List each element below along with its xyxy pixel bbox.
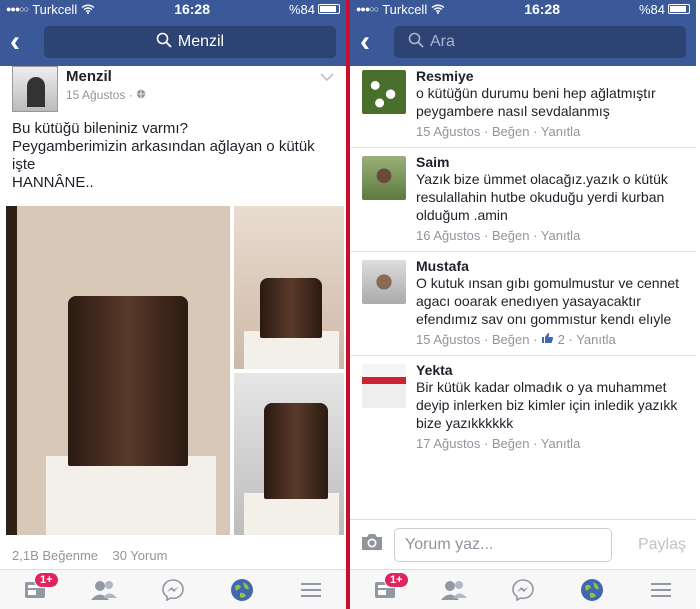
tab-news-feed[interactable]: 1+ — [365, 571, 409, 606]
comment-author[interactable]: Mustafa — [416, 258, 684, 274]
notification-badge: 1+ — [384, 571, 409, 588]
avatar[interactable] — [362, 70, 406, 114]
carrier-name: Turkcell — [382, 1, 428, 17]
post-date: 15 Ağustos · — [66, 88, 146, 102]
tab-notifications[interactable] — [222, 574, 262, 606]
comment-item: Yekta Bir kütük kadar olmadık o ya muham… — [350, 356, 696, 459]
avatar[interactable] — [12, 66, 58, 112]
friends-icon — [90, 580, 117, 600]
tab-messenger[interactable] — [153, 574, 193, 606]
left-screen: ●●●○○ Turkcell 16:28 %84 ‹ Menzil Menzil… — [0, 0, 346, 609]
back-icon[interactable]: ‹ — [10, 27, 32, 57]
back-icon[interactable]: ‹ — [360, 27, 382, 57]
search-bar[interactable]: Menzil — [44, 26, 336, 58]
globe-icon — [136, 88, 146, 102]
messenger-icon — [162, 578, 184, 601]
comment-meta[interactable]: 15 Ağustos · Beğen · Yanıtla — [416, 124, 684, 147]
like-count[interactable]: 2,1B Beğenme — [12, 548, 98, 563]
right-screen: ●●●○○ Turkcell 16:28 %84 ‹ Ara Resmiye o… — [350, 0, 696, 609]
tab-news-feed[interactable]: 1+ — [15, 571, 59, 606]
search-icon — [408, 32, 424, 53]
status-time: 16:28 — [524, 1, 560, 17]
tab-bar: 1+ — [0, 569, 346, 609]
post-author[interactable]: Menzil — [66, 68, 146, 85]
tab-bar: 1+ — [350, 569, 696, 609]
like-thumb-icon — [541, 332, 554, 347]
post-stats: 2,1B Beğenme 30 Yorum — [12, 548, 167, 563]
status-bar: ●●●○○ Turkcell 16:28 %84 — [0, 0, 346, 18]
globe-icon — [231, 578, 254, 601]
wifi-icon — [81, 2, 95, 17]
nav-bar: ‹ Ara — [350, 18, 696, 66]
tab-notifications[interactable] — [572, 574, 612, 606]
post-photos[interactable] — [6, 206, 344, 535]
avatar[interactable] — [362, 156, 406, 200]
tab-menu[interactable] — [291, 574, 331, 606]
menu-icon — [301, 582, 322, 597]
post-text: Bu kütüğü bileniniz varmı? Peygamberimiz… — [0, 112, 346, 200]
comment-meta[interactable]: 17 Ağustos · Beğen · Yanıtla — [416, 436, 684, 459]
comment-count[interactable]: 30 Yorum — [112, 548, 167, 563]
search-input[interactable]: Ara — [394, 26, 686, 58]
comment-item: Mustafa O kutuk ınsan gıbı gomulmustur v… — [350, 252, 696, 356]
post-header: Menzil 15 Ağustos · — [0, 66, 346, 112]
status-time: 16:28 — [174, 1, 210, 17]
comment-meta[interactable]: 15 Ağustos · Beğen · 2 · Yanıtla — [416, 332, 684, 355]
camera-icon[interactable] — [360, 532, 384, 557]
carrier-name: Turkcell — [32, 1, 78, 17]
post-text-line: HANNÂNE.. — [12, 174, 94, 191]
post-comment-button[interactable]: Paylaş — [638, 536, 686, 554]
photo-main[interactable] — [6, 206, 230, 535]
wifi-icon — [431, 2, 445, 17]
battery-percent: %84 — [638, 1, 665, 17]
search-icon — [156, 32, 172, 53]
tab-messenger[interactable] — [503, 574, 543, 606]
battery-percent: %84 — [288, 1, 315, 17]
comment-list: Resmiye o kütüğün durumu beni hep ağlatm… — [350, 62, 696, 459]
comment-text: o kütüğün durumu beni hep ağlatmıştır pe… — [416, 85, 656, 119]
search-title: Menzil — [177, 33, 225, 50]
tab-friends[interactable] — [434, 574, 474, 606]
photo-side-bottom[interactable] — [234, 373, 344, 535]
comment-input[interactable]: Yorum yaz... — [394, 527, 612, 562]
comment-author[interactable]: Yekta — [416, 362, 684, 378]
comment-item: Saim Yazık bize ümmet olacağız.yazık o k… — [350, 148, 696, 252]
status-bar: ●●●○○ Turkcell 16:28 %84 — [350, 0, 696, 18]
post-text-line: Bu kütüğü bileniniz varmı? — [12, 120, 188, 137]
messenger-icon — [512, 578, 534, 601]
avatar[interactable] — [362, 364, 406, 408]
comment-text: Yazık bize ümmet olacağız.yazık o kütük … — [416, 171, 668, 223]
chevron-down-icon[interactable] — [320, 70, 334, 84]
notification-badge: 1+ — [34, 571, 59, 588]
search-placeholder: Ara — [430, 33, 455, 50]
avatar[interactable] — [362, 260, 406, 304]
tab-friends[interactable] — [84, 574, 124, 606]
signal-dots: ●●●○○ — [356, 4, 379, 14]
comment-item: Resmiye o kütüğün durumu beni hep ağlatm… — [350, 62, 696, 148]
comment-composer: Yorum yaz... Paylaş — [350, 519, 696, 569]
post-text-line: Peygamberimizin arkasından ağlayan o küt… — [12, 138, 315, 173]
photo-side-top[interactable] — [234, 206, 344, 369]
comment-text: O kutuk ınsan gıbı gomulmustur ve cennet… — [416, 275, 680, 327]
battery-icon — [668, 4, 690, 14]
comment-text: Bir kütük kadar olmadık o ya muhammet de… — [416, 379, 678, 431]
menu-icon — [651, 582, 672, 597]
signal-dots: ●●●○○ — [6, 4, 29, 14]
comment-like-count: 2 — [557, 332, 565, 347]
tab-menu[interactable] — [641, 574, 681, 606]
comment-meta[interactable]: 16 Ağustos · Beğen · Yanıtla — [416, 228, 684, 251]
comment-author[interactable]: Resmiye — [416, 68, 684, 84]
friends-icon — [440, 580, 467, 600]
comment-author[interactable]: Saim — [416, 154, 684, 170]
globe-icon — [581, 578, 604, 601]
nav-bar: ‹ Menzil — [0, 18, 346, 66]
battery-icon — [318, 4, 340, 14]
